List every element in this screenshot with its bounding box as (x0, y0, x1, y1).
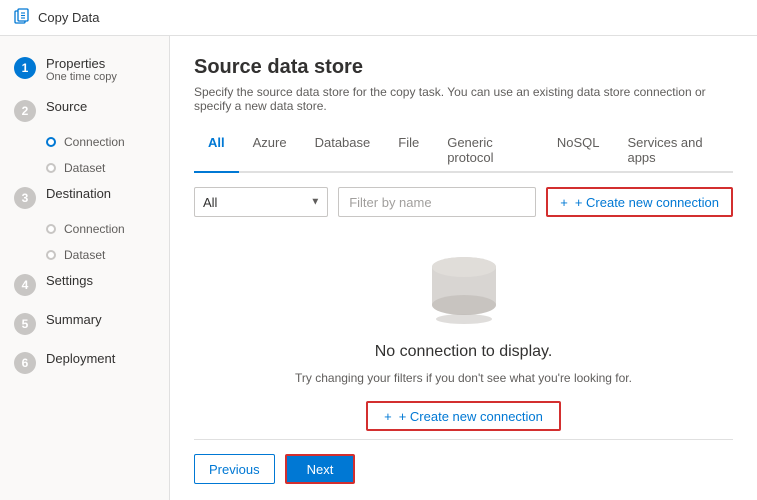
create-new-connection-button-top[interactable]: + + Create new connection (546, 187, 733, 217)
create-new-connection-button-center[interactable]: + + Create new connection (366, 401, 561, 431)
copy-data-icon (14, 8, 30, 27)
subitem-label-dest-connection: Connection (64, 222, 125, 236)
sidebar-label-settings: Settings (46, 273, 93, 288)
title-bar: Copy Data (0, 0, 757, 36)
sidebar-sublabel-properties: One time copy (46, 71, 117, 83)
tab-database[interactable]: Database (301, 129, 385, 173)
next-button[interactable]: Next (285, 454, 356, 484)
step-badge-destination: 3 (14, 187, 36, 209)
step-badge-settings: 4 (14, 274, 36, 296)
page-title: Source data store (194, 56, 733, 79)
tab-generic[interactable]: Generic protocol (433, 129, 543, 173)
subitem-dot-dest-connection (46, 224, 56, 234)
footer: Previous Next (194, 439, 733, 484)
sidebar-label-destination: Destination (46, 186, 111, 201)
subitem-dot-dest-dataset (46, 250, 56, 260)
step-badge-source: 2 (14, 100, 36, 122)
sidebar-subitem-source-connection[interactable]: Connection (46, 132, 169, 152)
page-description: Specify the source data store for the co… (194, 85, 733, 113)
step-badge-properties: 1 (14, 57, 36, 79)
tab-nosql[interactable]: NoSQL (543, 129, 614, 173)
empty-state-description: Try changing your filters if you don't s… (295, 371, 632, 385)
tab-all[interactable]: All (194, 129, 239, 173)
subitem-label-dest-dataset: Dataset (64, 248, 105, 262)
empty-state-title: No connection to display. (375, 343, 553, 361)
step-badge-summary: 5 (14, 313, 36, 335)
sidebar: 1 Properties One time copy 2 Source Conn… (0, 36, 170, 500)
tab-services[interactable]: Services and apps (613, 129, 733, 173)
subitem-label-source-dataset: Dataset (64, 161, 105, 175)
tab-file[interactable]: File (384, 129, 433, 173)
sidebar-label-summary: Summary (46, 312, 102, 327)
step-badge-deployment: 6 (14, 352, 36, 374)
source-subitems: Connection Dataset (0, 132, 169, 178)
sidebar-subitem-source-dataset[interactable]: Dataset (46, 158, 169, 178)
sidebar-item-source[interactable]: 2 Source (0, 91, 169, 130)
app-title: Copy Data (38, 10, 99, 25)
sidebar-subitem-dest-connection[interactable]: Connection (46, 219, 169, 239)
filter-row: All Azure Database File ▼ + + Create new… (194, 187, 733, 217)
database-icon (419, 245, 509, 325)
subitem-label-source-connection: Connection (64, 135, 125, 149)
subitem-dot-source-connection (46, 137, 56, 147)
tab-azure[interactable]: Azure (239, 129, 301, 173)
sidebar-label-deployment: Deployment (46, 351, 115, 366)
sidebar-item-summary[interactable]: 5 Summary (0, 304, 169, 343)
sidebar-item-properties[interactable]: 1 Properties One time copy (0, 48, 169, 91)
subitem-dot-source-dataset (46, 163, 56, 173)
type-filter-select[interactable]: All Azure Database File (194, 187, 328, 217)
sidebar-item-destination[interactable]: 3 Destination (0, 178, 169, 217)
sidebar-item-deployment[interactable]: 6 Deployment (0, 343, 169, 382)
destination-subitems: Connection Dataset (0, 219, 169, 265)
previous-button[interactable]: Previous (194, 454, 275, 484)
plus-icon-center: + (384, 409, 392, 424)
main-layout: 1 Properties One time copy 2 Source Conn… (0, 36, 757, 500)
sidebar-label-source: Source (46, 99, 87, 114)
type-filter-wrapper: All Azure Database File ▼ (194, 187, 328, 217)
empty-state: No connection to display. Try changing y… (194, 237, 733, 439)
sidebar-item-settings[interactable]: 4 Settings (0, 265, 169, 304)
name-filter-input[interactable] (338, 187, 536, 217)
tabs-row: All Azure Database File Generic protocol… (194, 129, 733, 173)
sidebar-subitem-dest-dataset[interactable]: Dataset (46, 245, 169, 265)
sidebar-label-properties: Properties (46, 56, 117, 71)
plus-icon-top: + (560, 195, 568, 210)
content-area: Source data store Specify the source dat… (170, 36, 757, 500)
